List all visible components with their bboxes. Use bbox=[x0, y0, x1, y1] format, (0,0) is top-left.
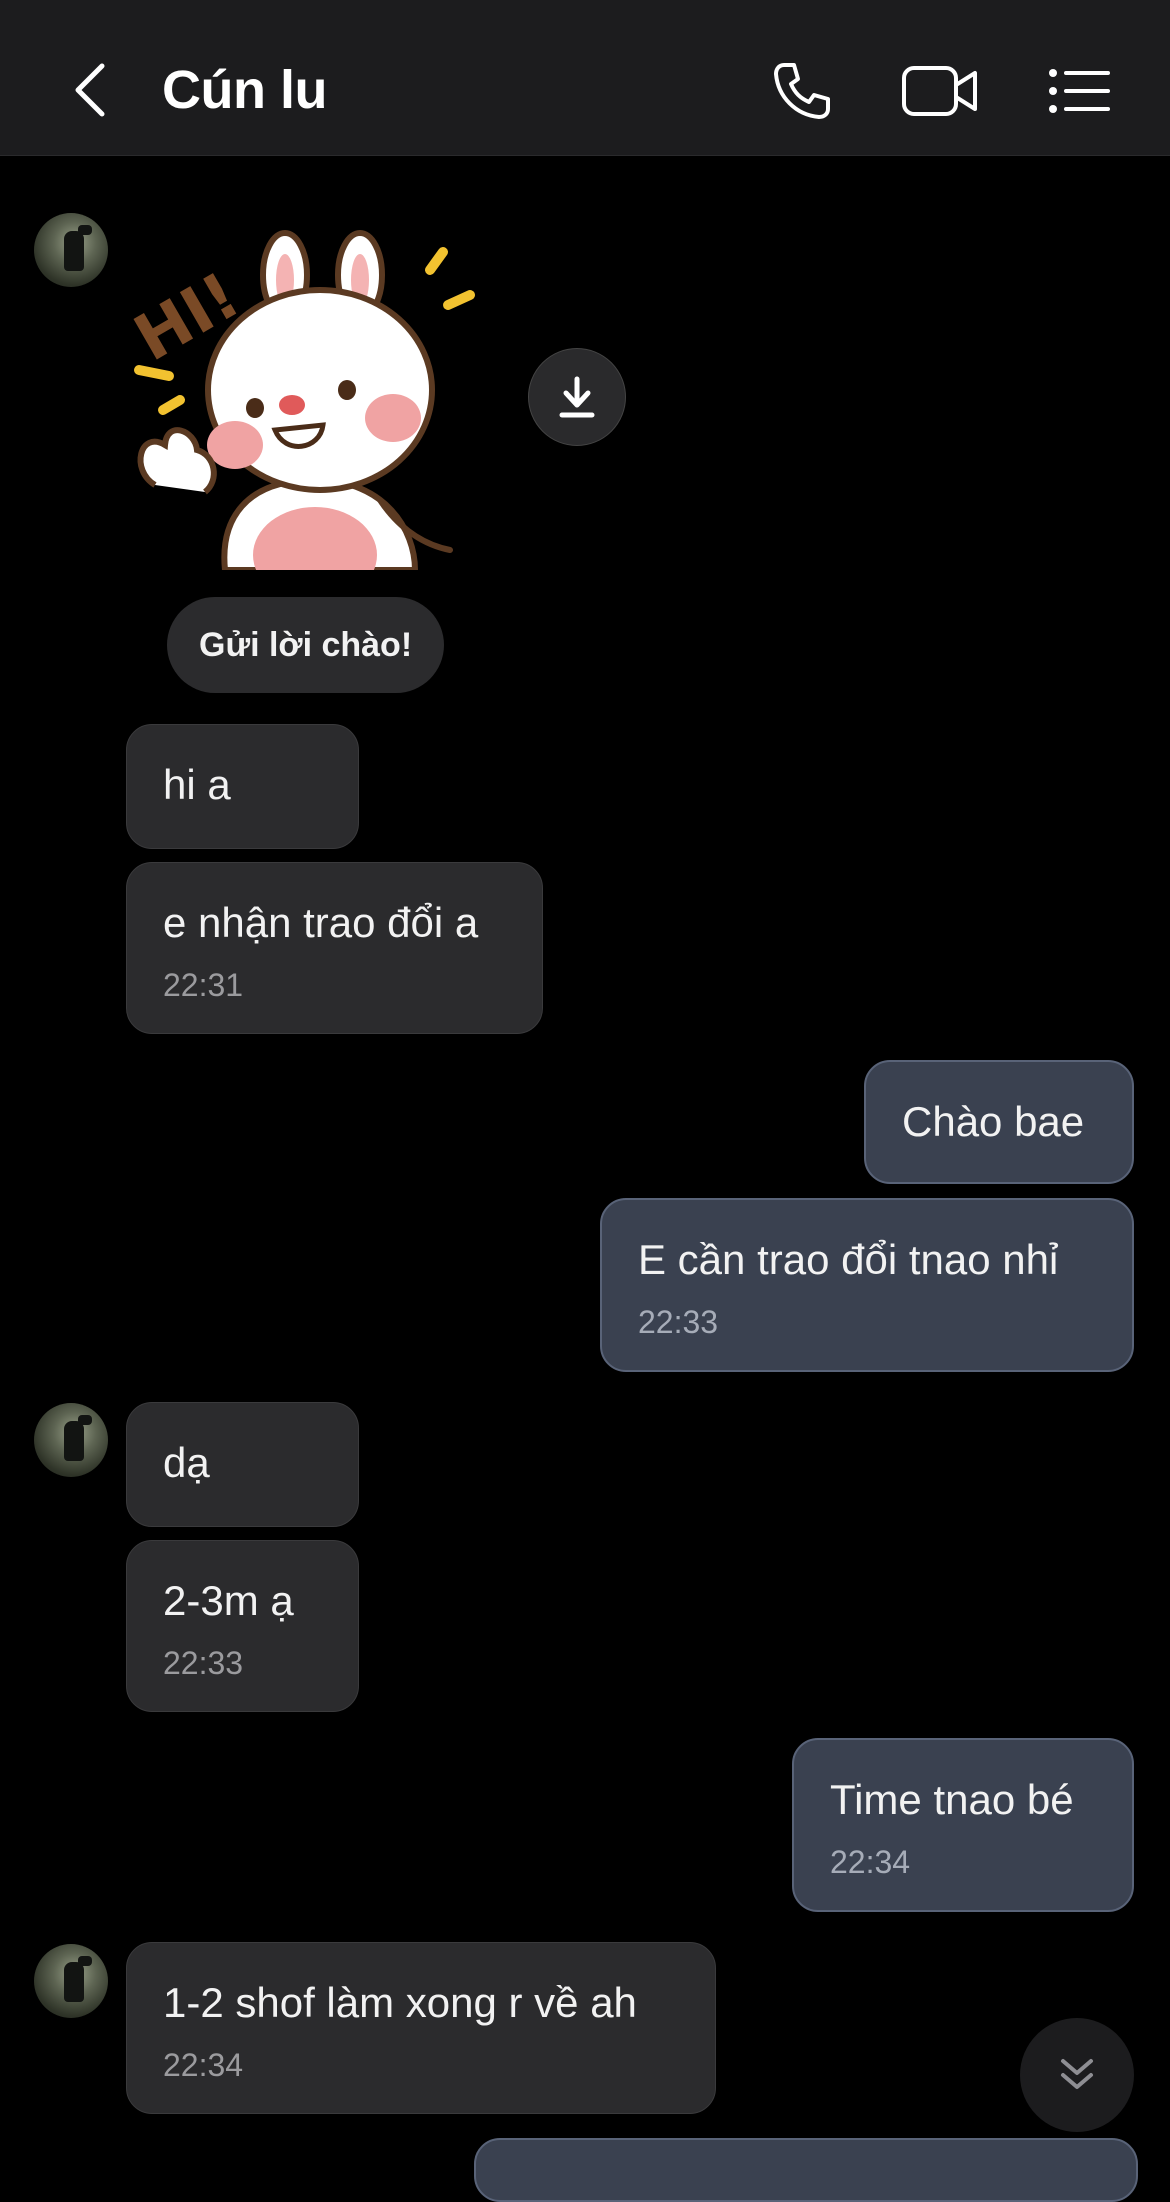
message-timestamp: 22:31 bbox=[163, 967, 244, 1003]
avatar[interactable] bbox=[34, 1403, 108, 1477]
message-text: 1-2 shof làm xong r về ah bbox=[163, 1979, 637, 2026]
message-timestamp: 22:34 bbox=[163, 2047, 244, 2083]
message-timestamp: 22:33 bbox=[638, 1304, 719, 1340]
message-text: Chào bae bbox=[902, 1098, 1085, 1145]
menu-list-icon bbox=[1049, 69, 1110, 113]
call-button[interactable] bbox=[766, 55, 838, 127]
message-timestamp: 22:33 bbox=[163, 1645, 244, 1681]
message-bubble[interactable]: e nhận trao đổi a 22:31 bbox=[126, 862, 543, 1034]
download-sticker-button[interactable] bbox=[528, 348, 626, 446]
chat-header: Cún lu bbox=[0, 0, 1170, 156]
video-camera-icon bbox=[902, 66, 977, 116]
phone-icon bbox=[774, 63, 830, 119]
video-call-button[interactable] bbox=[900, 55, 980, 127]
message-text: Time tnao bé bbox=[830, 1776, 1074, 1823]
avatar[interactable] bbox=[34, 1944, 108, 2018]
avatar[interactable] bbox=[34, 213, 108, 287]
message-text: e nhận trao đổi a bbox=[163, 899, 479, 946]
message-bubble[interactable]: hi a bbox=[126, 724, 359, 849]
back-button[interactable] bbox=[60, 55, 120, 125]
message-bubble[interactable]: E cần trao đổi tnao nhỉ 22:33 bbox=[600, 1198, 1134, 1372]
message-bubble-partial[interactable] bbox=[474, 2138, 1138, 2202]
message-text: hi a bbox=[163, 761, 231, 808]
message-text: E cần trao đổi tnao nhỉ bbox=[638, 1236, 1059, 1283]
message-bubble[interactable]: Chào bae bbox=[864, 1060, 1134, 1184]
chat-title[interactable]: Cún lu bbox=[162, 55, 327, 125]
download-icon bbox=[559, 376, 595, 418]
hi-bunny-sticker[interactable]: HI! bbox=[125, 230, 505, 570]
double-chevron-down-icon bbox=[1061, 2059, 1093, 2089]
message-bubble[interactable]: dạ bbox=[126, 1402, 359, 1527]
menu-button[interactable] bbox=[1046, 55, 1112, 127]
back-arrow-icon bbox=[75, 63, 105, 117]
message-text: 2-3m ạ bbox=[163, 1577, 294, 1624]
message-bubble[interactable]: Time tnao bé 22:34 bbox=[792, 1738, 1134, 1912]
send-greeting-button[interactable]: Gửi lời chào! bbox=[167, 597, 445, 693]
message-text: dạ bbox=[163, 1439, 210, 1486]
message-bubble[interactable]: 1-2 shof làm xong r về ah 22:34 bbox=[126, 1942, 716, 2114]
message-bubble[interactable]: 2-3m ạ 22:33 bbox=[126, 1540, 359, 1712]
scroll-to-bottom-button[interactable] bbox=[1020, 2018, 1134, 2132]
message-timestamp: 22:34 bbox=[830, 1844, 911, 1880]
